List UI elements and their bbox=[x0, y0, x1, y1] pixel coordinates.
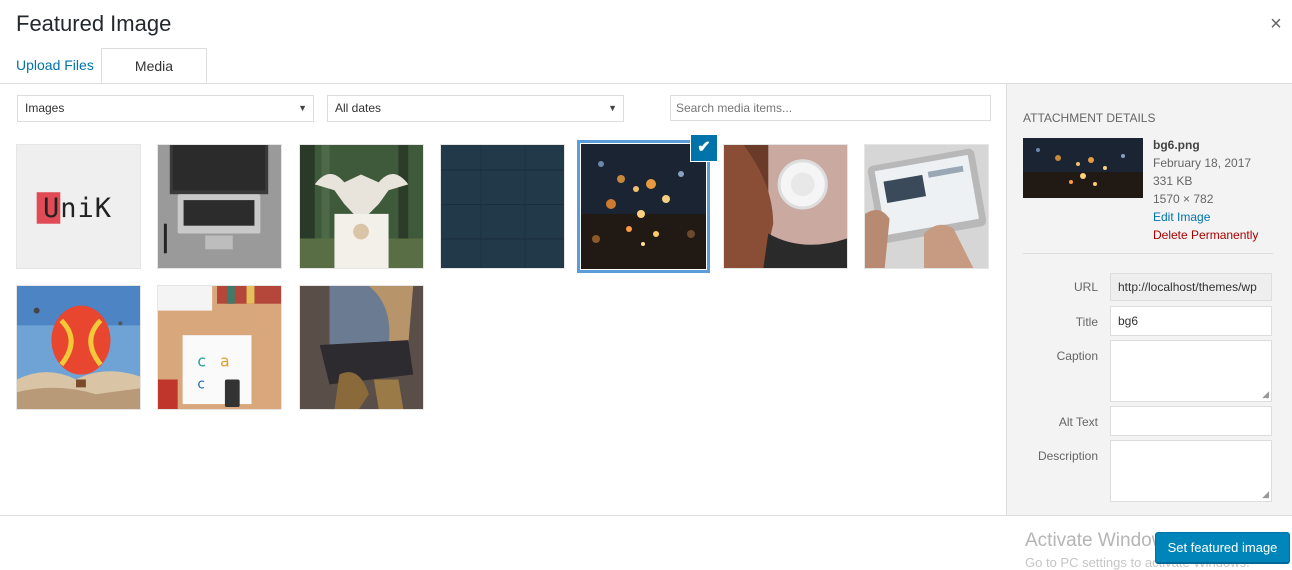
delete-permanently-link[interactable]: Delete Permanently bbox=[1153, 226, 1258, 244]
attachment-thumbnail-headphones[interactable] bbox=[723, 144, 848, 269]
attachment-thumbnail-bg6[interactable] bbox=[581, 144, 706, 269]
attachment-thumbnail-tablet[interactable] bbox=[864, 144, 989, 269]
desk-stationery-image: c a c bbox=[158, 286, 281, 409]
attachment-info: bg6.png February 18, 2017 331 KB 1570 × … bbox=[1153, 136, 1258, 244]
attachment-thumbnail-sitting-woman[interactable] bbox=[299, 285, 424, 410]
set-featured-image-button[interactable]: Set featured image bbox=[1155, 532, 1290, 563]
attachment-thumbnail-dark-wood[interactable] bbox=[440, 144, 565, 269]
chevron-down-icon: ▼ bbox=[608, 103, 617, 113]
caption-label: Caption bbox=[1056, 349, 1098, 363]
attachment-filename: bg6.png bbox=[1153, 138, 1200, 152]
details-divider bbox=[1023, 253, 1273, 254]
edit-image-link[interactable]: Edit Image bbox=[1153, 208, 1258, 226]
hot-air-balloon-image bbox=[17, 286, 140, 409]
dark-wood-image bbox=[441, 145, 564, 268]
alt-text-label: Alt Text bbox=[1058, 415, 1098, 429]
attachment-details-heading: Attachment Details bbox=[1023, 111, 1156, 125]
media-router-tabs: Upload Files Media Library bbox=[0, 48, 1292, 109]
sitting-woman-image bbox=[300, 286, 423, 409]
resize-handle-icon[interactable]: ◢ bbox=[1262, 489, 1269, 500]
title-field[interactable]: bg6 bbox=[1110, 306, 1272, 336]
date-filter-value: All dates bbox=[335, 101, 382, 115]
svg-text:a: a bbox=[220, 352, 230, 371]
attachment-preview bbox=[1023, 138, 1143, 198]
alt-text-field[interactable] bbox=[1110, 406, 1272, 436]
chevron-down-icon: ▼ bbox=[298, 103, 307, 113]
attachment-thumbnail-laptop[interactable] bbox=[157, 144, 282, 269]
media-type-select[interactable]: Images ▼ bbox=[17, 95, 314, 122]
svg-text:c: c bbox=[197, 376, 205, 392]
description-label: Description bbox=[1037, 449, 1098, 463]
title-label: Title bbox=[1075, 315, 1098, 329]
attachment-dimensions: 1570 × 782 bbox=[1153, 192, 1214, 206]
unik-logo-text: UniK bbox=[43, 193, 113, 224]
date-filter-select[interactable]: All dates ▼ bbox=[327, 95, 624, 122]
caption-textarea[interactable]: ◢ bbox=[1110, 340, 1272, 402]
resize-handle-icon[interactable]: ◢ bbox=[1262, 389, 1269, 400]
attachment-thumbnail-balloon[interactable] bbox=[16, 285, 141, 410]
selected-check-icon[interactable]: ✔ bbox=[690, 134, 718, 162]
headphones-woman-image bbox=[724, 145, 847, 268]
media-type-value: Images bbox=[25, 101, 65, 115]
attachment-thumbnail-skull-woman[interactable] bbox=[299, 144, 424, 269]
attachment-details-panel: Attachment Details bg6.png February 18, … bbox=[1006, 84, 1292, 515]
skull-woman-image bbox=[300, 145, 423, 268]
tab-media-library[interactable]: Media Library bbox=[101, 48, 207, 109]
modal-title: Featured Image bbox=[16, 11, 172, 36]
attachment-thumbnail-desk[interactable]: c a c bbox=[157, 285, 282, 410]
description-textarea[interactable]: ◢ bbox=[1110, 440, 1272, 502]
laptop-image bbox=[158, 145, 281, 268]
city-lights-preview-image bbox=[1023, 138, 1143, 198]
attachment-date: February 18, 2017 bbox=[1153, 156, 1252, 170]
url-field[interactable]: http://localhost/themes/wp bbox=[1110, 273, 1272, 301]
url-label: URL bbox=[1073, 280, 1098, 294]
tab-upload-files[interactable]: Upload Files bbox=[6, 48, 104, 83]
close-icon[interactable]: × bbox=[1266, 14, 1286, 34]
windows-activation-watermark: Activate Windows bbox=[1025, 530, 1175, 551]
attachment-thumbnail-unik[interactable]: UniK bbox=[16, 144, 141, 269]
svg-text:c: c bbox=[197, 352, 206, 371]
tablet-hands-image bbox=[865, 145, 988, 268]
search-input[interactable]: Search media items... bbox=[670, 95, 991, 121]
attachment-filesize: 331 KB bbox=[1153, 174, 1193, 188]
city-lights-image bbox=[581, 144, 706, 269]
